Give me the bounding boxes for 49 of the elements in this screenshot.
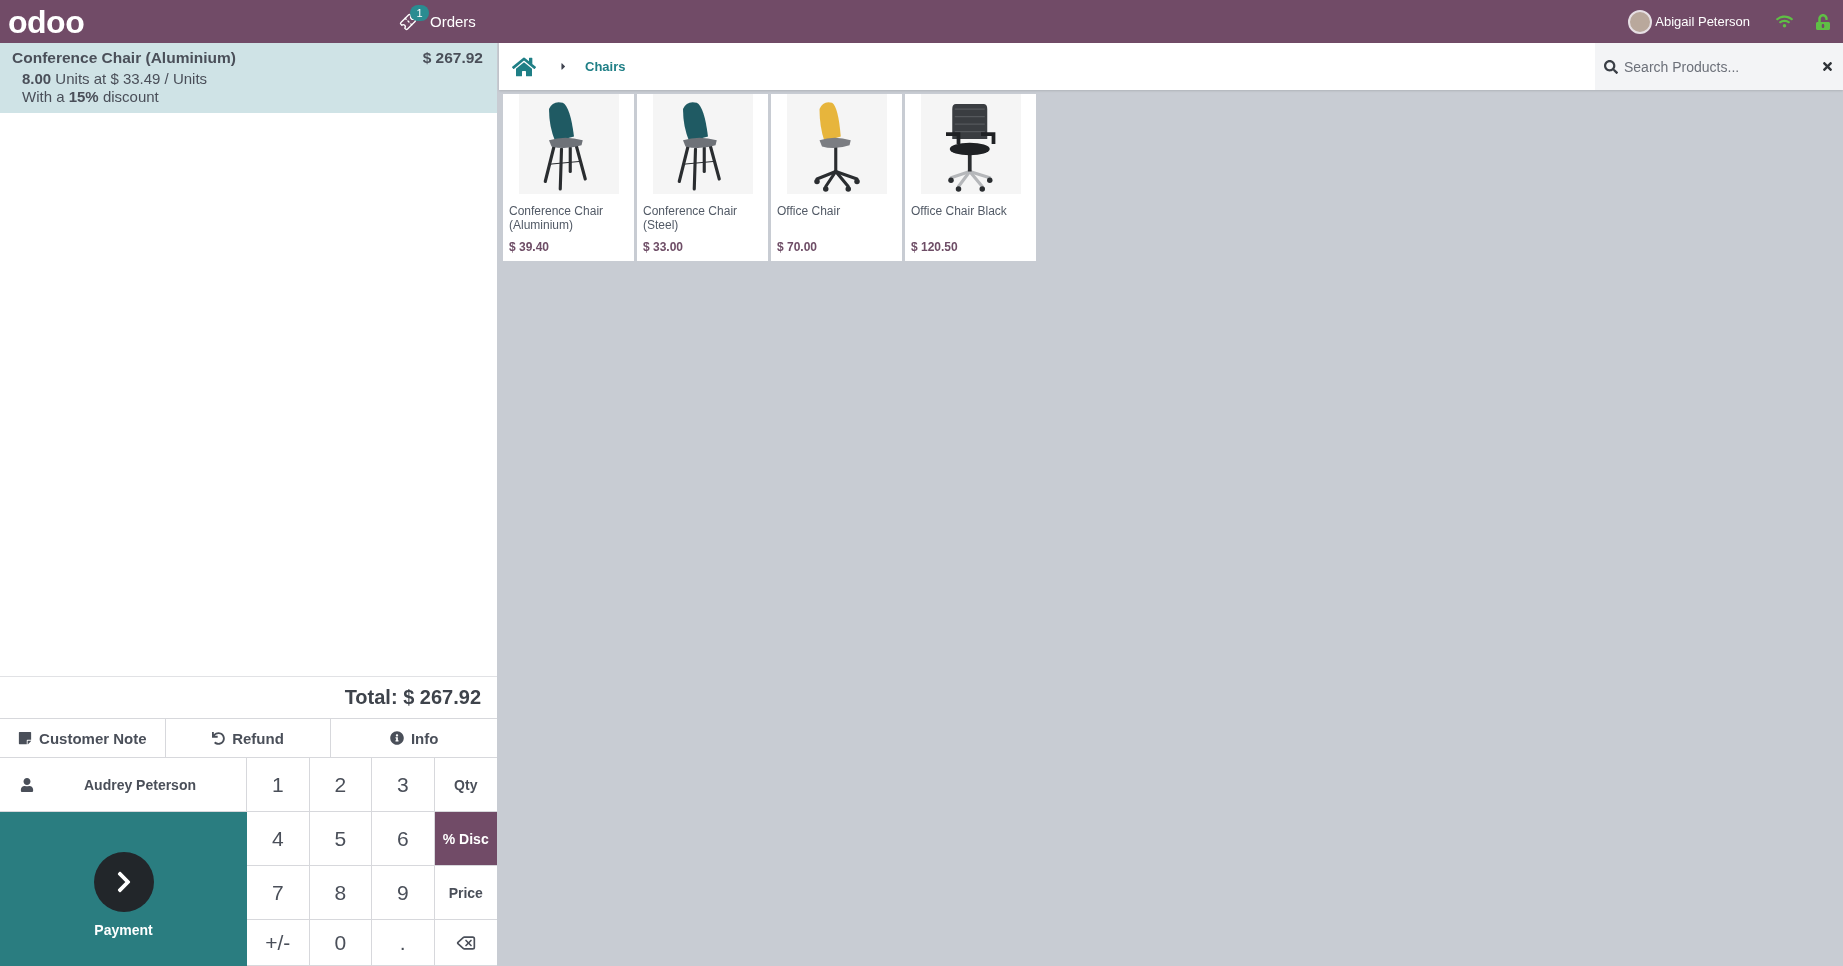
product-title: Office Chair Black [911,204,1008,218]
wifi-icon[interactable] [1776,13,1793,30]
search-field[interactable]: Search Products... [1595,43,1843,90]
numpad-key[interactable]: 1 [247,758,310,812]
product-card[interactable]: Conference Chair (Aluminium) $ 39.40 [503,94,634,261]
note-icon [18,731,33,745]
payment-label: Payment [94,921,153,938]
numpad-key[interactable]: 5 [309,812,372,866]
customer-button[interactable]: Audrey Peterson [0,758,247,812]
line-price: $ 267.92 [422,49,483,67]
line-detail: 8.00 Units at $ 33.49 / Units [21,70,209,88]
product-card[interactable]: Office Chair Black $ 120.50 [905,94,1036,261]
count-badge: 1 [410,5,429,21]
numpad-key[interactable]: 3 [372,758,435,812]
product-card[interactable]: Conference Chair (Steel) $ 33.00 [637,94,768,261]
info-icon [389,731,404,745]
product-title: Conference Chair (Steel) [643,204,739,232]
undo-icon [212,731,226,745]
numpad-key[interactable]: 2 [309,758,372,812]
product-name: Conference Chair (Aluminium) [12,49,236,67]
numpad-key[interactable]: 4 [247,812,310,866]
user-name[interactable]: Abigail Peterson [1655,14,1750,29]
order-total: Total: $ 267.92 [344,686,481,709]
user-icon [20,777,34,792]
numpad-key[interactable]: 9 [372,866,435,920]
product-title: Office Chair [777,204,842,218]
search-input[interactable]: Search Products... [1624,56,1815,77]
customer-name: Audrey Peterson [82,776,197,793]
product-card[interactable]: Office Chair $ 70.00 [771,94,902,261]
product-price: $ 120.50 [911,240,959,254]
numpad-key[interactable]: . [372,920,435,966]
product-price: $ 39.40 [509,240,551,254]
logo: odoo [8,3,85,40]
avatar-icon[interactable] [1628,9,1653,34]
numpad-key[interactable]: +/- [247,920,310,966]
search-icon [1604,59,1618,74]
numpad-key[interactable]: 0 [309,920,372,966]
product-price: $ 70.00 [777,240,819,254]
numpad-key[interactable]: 6 [372,812,435,866]
close-icon[interactable] [1821,60,1834,73]
line-detail: With a 15% discount [21,88,160,106]
numpad-key[interactable]: 7 [247,866,310,920]
numpad-key[interactable]: 8 [309,866,372,920]
product-title: Conference Chair (Aluminium) [509,204,605,232]
unlocked-lock-icon[interactable] [1815,13,1831,30]
mode-key[interactable]: % Disc [434,812,497,866]
payment-button[interactable]: Payment [0,812,247,966]
breadcrumb-link[interactable]: Chairs [585,59,626,74]
product-price: $ 33.00 [643,240,685,254]
